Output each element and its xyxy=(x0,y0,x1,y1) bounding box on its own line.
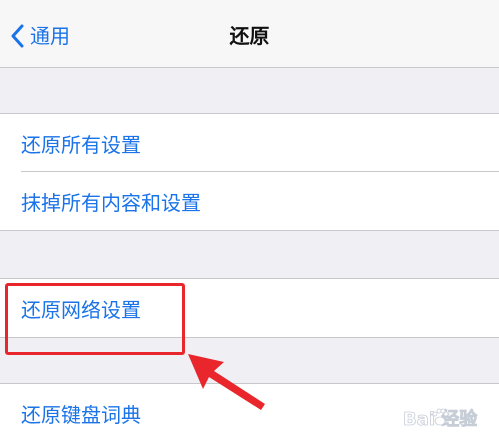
page-title: 还原 xyxy=(229,24,270,48)
settings-group-network: 还原网络设置 xyxy=(0,278,499,338)
reset-keyboard-dictionary-label: 还原键盘词典 xyxy=(21,402,141,427)
reset-keyboard-dictionary-item[interactable]: 还原键盘词典 xyxy=(0,384,499,442)
navigation-bar: 通用 还原 xyxy=(0,0,499,68)
settings-group-reset: 还原所有设置 抹掉所有内容和设置 xyxy=(0,113,499,231)
reset-network-settings-item[interactable]: 还原网络设置 xyxy=(0,279,499,337)
reset-network-settings-label: 还原网络设置 xyxy=(21,297,141,322)
erase-all-content-label: 抹掉所有内容和设置 xyxy=(21,190,201,215)
settings-group-keyboard: 还原键盘词典 xyxy=(0,383,499,443)
reset-all-settings-label: 还原所有设置 xyxy=(21,132,141,157)
reset-all-settings-item[interactable]: 还原所有设置 xyxy=(0,114,499,172)
erase-all-content-item[interactable]: 抹掉所有内容和设置 xyxy=(0,172,499,230)
